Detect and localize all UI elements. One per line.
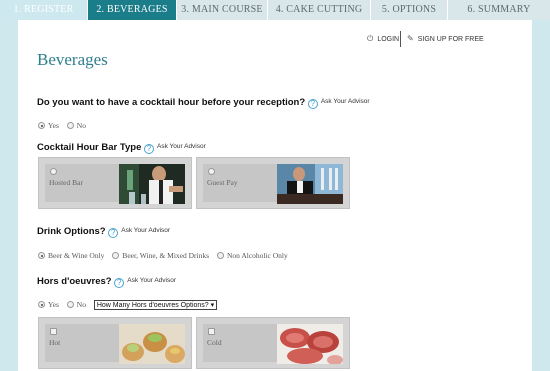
- tab-main-course[interactable]: 3. MAIN COURSE: [177, 0, 268, 20]
- hors-doeuvres-no-option[interactable]: No: [66, 300, 86, 309]
- radio-button[interactable]: [112, 252, 120, 259]
- card-label: Cold: [207, 338, 222, 347]
- drink-option-mixed[interactable]: Beer, Wine, & Mixed Drinks: [112, 251, 209, 260]
- edit-icon: ✎: [407, 34, 414, 43]
- hors-doeuvres-question: Hors d'oeuvres? ? Ask Your Advisor: [37, 276, 177, 288]
- ask-advisor-link[interactable]: Ask Your Advisor: [321, 98, 370, 105]
- tab-register[interactable]: 1. REGISTER: [0, 0, 88, 20]
- help-icon[interactable]: ?: [114, 278, 125, 288]
- checkbox[interactable]: [208, 328, 215, 335]
- signup-link[interactable]: ✎ SIGN UP FOR FREE: [407, 34, 484, 43]
- account-divider: [400, 31, 401, 47]
- help-icon[interactable]: ?: [144, 144, 154, 154]
- cocktail-hour-yes-option[interactable]: Yes: [38, 121, 59, 130]
- help-icon[interactable]: ?: [307, 99, 318, 109]
- drink-option-beer-wine[interactable]: Beer & Wine Only: [38, 251, 104, 260]
- cocktail-hour-no-option[interactable]: No: [66, 121, 86, 130]
- radio-button[interactable]: [208, 168, 215, 175]
- bartender-pouring-photo: [119, 164, 185, 204]
- checkbox[interactable]: [50, 328, 57, 335]
- bar-type-question: Cocktail Hour Bar Type ? Ask Your Advisor: [37, 142, 206, 154]
- card-label: Guest Pay: [207, 178, 238, 187]
- hot-hors-doeuvres-card[interactable]: Hot: [38, 317, 192, 369]
- radio-button[interactable]: [38, 301, 45, 308]
- cold-cuts-platter-photo: [277, 324, 343, 364]
- card-label: Hot: [49, 338, 61, 347]
- guest-pay-card[interactable]: Guest Pay: [196, 157, 350, 209]
- drink-option-non-alcoholic[interactable]: Non Alcoholic Only: [216, 251, 288, 260]
- page-title: Beverages: [37, 50, 108, 69]
- hors-doeuvres-count-select[interactable]: How Many Hors d'oeuvres Options? ▾: [93, 300, 218, 310]
- hors-doeuvres-options: Yes No How Many Hors d'oeuvres Options? …: [38, 300, 218, 310]
- radio-button[interactable]: [38, 122, 45, 129]
- help-icon[interactable]: ?: [108, 228, 119, 238]
- hosted-bar-card[interactable]: Hosted Bar: [38, 157, 192, 209]
- man-at-bar-photo: [277, 164, 343, 204]
- tab-options[interactable]: 5. OPTIONS: [371, 0, 448, 20]
- step-tabs: 1. REGISTER 2. BEVERAGES 3. MAIN COURSE …: [0, 0, 550, 20]
- drink-options: Beer & Wine Only Beer, Wine, & Mixed Dri…: [38, 251, 294, 260]
- ask-advisor-link[interactable]: Ask Your Advisor: [121, 227, 170, 234]
- card-label: Hosted Bar: [49, 178, 83, 187]
- drink-options-question: Drink Options? ? Ask Your Advisor: [37, 226, 171, 238]
- radio-button[interactable]: [38, 252, 45, 259]
- dropdown-arrow-icon: ▾: [210, 302, 215, 309]
- cocktail-hour-options: Yes No: [38, 121, 92, 130]
- hors-doeuvres-yes-option[interactable]: Yes: [38, 300, 59, 309]
- radio-button[interactable]: [66, 301, 74, 308]
- cocktail-hour-question: Do you want to have a cocktail hour befo…: [37, 97, 370, 109]
- ask-advisor-link[interactable]: Ask Your Advisor: [157, 143, 206, 150]
- pastry-appetizers-photo: [119, 324, 185, 364]
- tab-cake-cutting[interactable]: 4. CAKE CUTTING: [268, 0, 371, 20]
- beverages-panel: ⏻ LOGIN ✎ SIGN UP FOR FREE Beverages Do yo…: [18, 20, 532, 371]
- radio-button[interactable]: [50, 168, 57, 175]
- power-icon: ⏻: [367, 34, 374, 43]
- radio-button[interactable]: [216, 252, 224, 259]
- tab-summary[interactable]: 6. SUMMARY: [448, 0, 550, 20]
- login-link[interactable]: ⏻ LOGIN: [367, 34, 399, 44]
- radio-button[interactable]: [66, 122, 74, 129]
- tab-beverages[interactable]: 2. BEVERAGES: [88, 0, 177, 20]
- ask-advisor-link[interactable]: Ask Your Advisor: [127, 277, 176, 284]
- cold-hors-doeuvres-card[interactable]: Cold: [196, 317, 350, 369]
